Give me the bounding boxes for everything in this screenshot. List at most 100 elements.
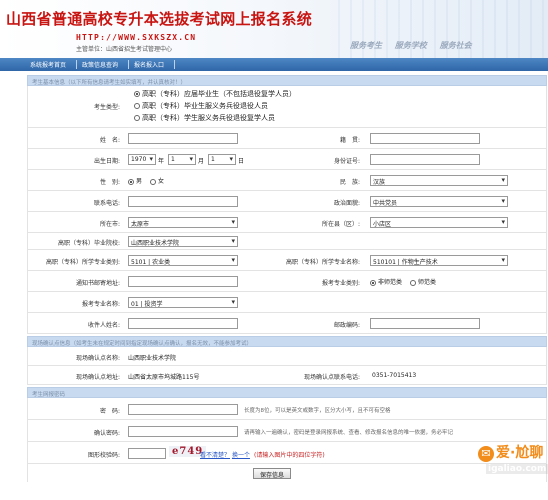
captcha-refresh-link[interactable]: 看不清楚？ xyxy=(200,452,230,459)
receiver-input[interactable] xyxy=(128,318,238,329)
form-row: 确认密码: 请再输入一遍确认，密码是登录网报系统、查看、修改报名信息的唯一依据，… xyxy=(27,420,547,442)
radio-icon[interactable] xyxy=(128,178,134,185)
county-select[interactable]: 小店区 xyxy=(370,217,508,228)
city-select[interactable]: 太原市 xyxy=(128,217,238,228)
registration-form: 考生基本信息（以下所有信息请考生如实填写，并认真核对！） 考生类型: 高职（专科… xyxy=(27,75,547,482)
birth-year-select[interactable]: 1970 xyxy=(128,154,156,165)
form-row: 收件人姓名: 邮政编码: xyxy=(27,313,547,334)
major-category-label: 高职（专科）所学专业类别: xyxy=(45,259,120,266)
confirm-password-input[interactable] xyxy=(128,426,238,437)
radio-icon[interactable] xyxy=(150,178,156,185)
form-row: 性 别: 男 女 民 族: 汉族 xyxy=(27,170,547,191)
nation-label: 民 族: xyxy=(339,179,360,186)
exam-type-option-1[interactable]: 高职（专科）应届毕业生（不包括退役复学人员） xyxy=(134,89,296,99)
year-unit: 年 xyxy=(158,158,165,165)
receiver-label: 收件人姓名: xyxy=(87,322,120,329)
nav-separator xyxy=(174,60,175,69)
nav-policy[interactable]: 政策信息查询 xyxy=(82,60,118,70)
captcha-input[interactable] xyxy=(128,448,166,459)
form-row: 现场确认点地址: 山西省太原市坞城路115号 现场确认点联系电话: 0351-7… xyxy=(27,366,547,385)
confirm-address-value: 山西省太原市坞城路115号 xyxy=(128,374,200,381)
save-button[interactable]: 保存信息 xyxy=(253,468,292,479)
day-unit: 日 xyxy=(238,158,245,165)
confirm-address-label: 现场确认点地址: xyxy=(75,374,120,381)
top-nav: 系统报考首页 政策信息查询 报名报入口 xyxy=(0,58,548,71)
password-hint: 长度为8位，可以是英文或数字，区分大小写，且不可有空格 xyxy=(244,408,391,414)
confirm-point-label: 现场确认点名称: xyxy=(75,355,120,362)
zip-input[interactable] xyxy=(370,318,480,329)
confirm-password-label: 确认密码: xyxy=(93,430,120,437)
birth-label: 出生日期: xyxy=(93,158,120,165)
politics-label: 政治面貌: xyxy=(333,200,360,207)
confirm-tel-value: 0351-7015413 xyxy=(372,372,417,379)
site-header: 山西省普通高校专升本选拔考试网上报名系统 HTTP://WWW.SXKSZX.C… xyxy=(0,0,548,58)
nav-home[interactable]: 系统报考首页 xyxy=(30,60,66,70)
phone-input[interactable] xyxy=(128,196,238,207)
radio-icon[interactable] xyxy=(134,103,140,109)
watermark-domain: igaliao.com xyxy=(486,464,548,474)
section-basic-info: 考生基本信息（以下所有信息请考生如实填写，并认真核对！） xyxy=(27,75,547,86)
major-name-select[interactable]: 510101 | 作物生产技术 xyxy=(370,255,508,266)
button-row: 保存信息 xyxy=(27,464,547,482)
form-row: 高职（专科）所学专业类别: 5101 | 农业类 高职（专科）所学专业名称: 5… xyxy=(27,250,547,271)
apply-major-select[interactable]: 01 | 投资学 xyxy=(128,297,238,308)
slogan: 服务考生 xyxy=(350,41,382,50)
county-label: 所在县（区）: xyxy=(321,221,360,228)
nav-separator xyxy=(76,60,77,69)
form-row: 密 码: 长度为8位，可以是英文或数字，区分大小写，且不可有空格 xyxy=(27,398,547,420)
captcha-change-link[interactable]: 换一个 xyxy=(232,452,250,459)
address-label: 通知书邮寄地址: xyxy=(75,280,120,287)
section-password: 考生网报密码 xyxy=(27,387,547,398)
id-input[interactable] xyxy=(370,154,480,165)
major-category-select[interactable]: 5101 | 农业类 xyxy=(128,255,238,266)
captcha-label: 图形校验码: xyxy=(87,452,120,459)
slogan: 服务社会 xyxy=(439,41,472,50)
confirm-password-hint: 请再输入一遍确认，密码是登录网报系统、查看、修改报名信息的唯一依据，务必牢记 xyxy=(244,430,454,436)
nation-select[interactable]: 汉族 xyxy=(370,175,508,186)
form-row: 联系电话: 政治面貌: 中共党员 xyxy=(27,191,547,212)
section-confirm-point: 现场确认点信息（如考生未在规定时间到指定现场确认点确认，报名无效，不能参加考试） xyxy=(27,336,547,347)
name-input[interactable] xyxy=(128,133,238,144)
radio-icon[interactable] xyxy=(134,91,140,97)
school-label: 高职（专科）毕业院校: xyxy=(57,240,120,247)
watermark-logo: ✉ 爱·尬聊 xyxy=(478,442,543,462)
exam-type-option-2[interactable]: 高职（专科）毕业生服义务兵役退役人员 xyxy=(134,101,268,111)
confirm-point-value: 山西职业技术学院 xyxy=(128,355,177,362)
month-unit: 月 xyxy=(198,158,205,165)
radio-icon[interactable] xyxy=(370,279,376,286)
slogans: 服务考生 服务学校 服务社会 xyxy=(350,40,482,51)
city-label: 所在市: xyxy=(99,221,120,228)
host-unit: 主管单位：山西省招生考试管理中心 xyxy=(76,46,173,53)
exam-type-option-3[interactable]: 高职（专科）学生服义务兵役退役复学人员 xyxy=(134,113,275,123)
native-input[interactable] xyxy=(370,133,480,144)
name-label: 姓 名: xyxy=(99,137,120,144)
nav-separator xyxy=(128,60,129,69)
captcha-hint: (请输入图片中的四位字符) xyxy=(254,452,325,459)
id-label: 身份证号: xyxy=(333,158,360,165)
birth-month-select[interactable]: 1 xyxy=(168,154,196,165)
confirm-tel-label: 现场确认点联系电话: xyxy=(303,374,360,381)
major-name-label: 高职（专科）所学专业名称: xyxy=(285,259,360,266)
phone-label: 联系电话: xyxy=(93,200,120,207)
gender-female-option[interactable]: 女 xyxy=(150,176,164,185)
captcha-refresh[interactable]: 看不清楚？ 换一个 xyxy=(200,450,250,459)
password-input[interactable] xyxy=(128,404,238,415)
form-row: 姓 名: 籍 贯: xyxy=(27,128,547,149)
address-input[interactable] xyxy=(128,276,238,287)
exam-type-row: 考生类型: 高职（专科）应届毕业生（不包括退役复学人员） 高职（专科）毕业生服义… xyxy=(27,86,547,128)
chat-bubble-icon: ✉ xyxy=(478,446,494,462)
radio-icon[interactable] xyxy=(134,115,140,121)
gender-male-option[interactable]: 男 xyxy=(128,176,142,185)
apply-category-teacher-option[interactable]: 师范类 xyxy=(410,277,436,286)
birth-day-select[interactable]: 1 xyxy=(208,154,236,165)
watermark: ✉ 爱·尬聊 igaliao.com xyxy=(470,432,548,482)
gender-label: 性 别: xyxy=(99,179,120,186)
form-row: 现场确认点名称: 山西职业技术学院 xyxy=(27,347,547,366)
apply-category-normal-option[interactable]: 非师范类 xyxy=(370,277,402,286)
politics-select[interactable]: 中共党员 xyxy=(370,196,508,207)
native-label: 籍 贯: xyxy=(339,137,360,144)
nav-apply-entry[interactable]: 报名报入口 xyxy=(134,60,164,70)
password-label: 密 码: xyxy=(99,408,120,415)
radio-icon[interactable] xyxy=(410,279,416,286)
school-select[interactable]: 山西职业技术学院 xyxy=(128,236,238,247)
